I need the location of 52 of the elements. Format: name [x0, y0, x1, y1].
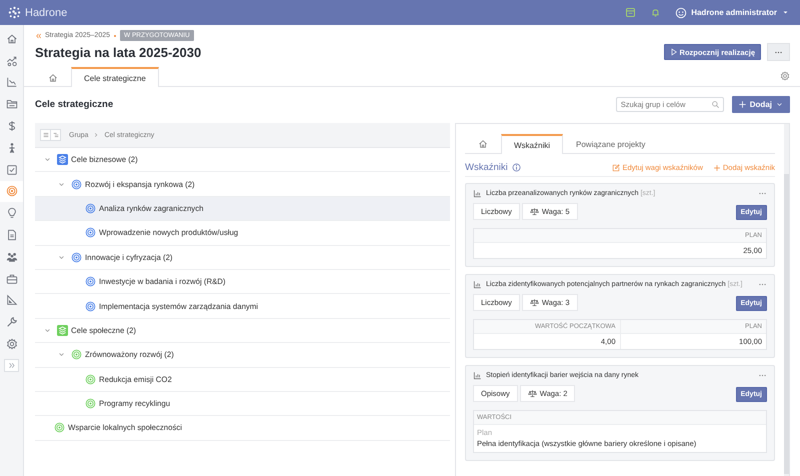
people-icon	[6, 250, 18, 263]
nav-item[interactable]	[0, 180, 23, 202]
checkbox-icon	[6, 164, 18, 176]
indicators-heading: Wskaźniki	[465, 162, 508, 173]
notifications-button[interactable]	[650, 7, 662, 18]
tab[interactable]: Cele strategiczne	[71, 67, 159, 87]
double-chevron-icon	[7, 360, 16, 370]
tab[interactable]: Wskaźniki	[501, 134, 564, 154]
edit-icon	[612, 164, 620, 172]
chart-icon	[6, 76, 18, 88]
target-icon	[6, 185, 18, 198]
ruler-icon	[6, 294, 18, 306]
user-menu[interactable]: Hadrone administrator	[675, 6, 790, 18]
bar-chart-icon	[473, 189, 482, 198]
tree-view-button[interactable]	[50, 130, 60, 140]
settings-icon	[780, 71, 790, 81]
bar-chart-icon	[473, 280, 482, 289]
avatar-icon	[675, 6, 688, 18]
bar-chart-icon	[473, 371, 482, 380]
home-icon	[48, 72, 58, 82]
double-chevron-icon	[35, 32, 43, 40]
tab[interactable]: Powiązane projekty	[563, 134, 658, 153]
home-icon	[478, 139, 488, 149]
info-icon	[512, 163, 521, 172]
scale-icon	[530, 206, 539, 216]
document-icon	[6, 229, 18, 242]
settings-icon	[6, 338, 18, 350]
plus-icon	[738, 100, 747, 108]
folder-icon	[6, 98, 18, 110]
play-icon	[670, 48, 678, 56]
scale-icon	[530, 298, 539, 306]
scrollbar[interactable]	[784, 124, 789, 476]
add-button[interactable]: Dodaj	[732, 96, 790, 112]
page-title: Strategia na lata 2025-2030	[35, 44, 202, 60]
plus-icon	[712, 164, 721, 172]
lightbulb-icon	[6, 207, 18, 220]
trend-icon	[6, 54, 18, 67]
logo-icon	[8, 6, 21, 19]
indent-icon	[52, 131, 60, 139]
home-icon	[6, 32, 18, 45]
app-logo[interactable]: Hadrone	[8, 6, 68, 19]
list-icon	[42, 131, 50, 139]
calendar-icon	[625, 7, 636, 18]
scale-icon	[528, 388, 537, 398]
search-icon	[710, 100, 720, 108]
list-view-button[interactable]	[41, 130, 50, 140]
calendar-button[interactable]	[625, 7, 636, 18]
expand-sidebar-button[interactable]	[4, 358, 19, 372]
toolbox-icon	[6, 272, 18, 285]
bell-icon	[650, 7, 662, 18]
section-title: Cele strategiczne	[35, 98, 114, 110]
wrench-icon	[6, 316, 18, 328]
